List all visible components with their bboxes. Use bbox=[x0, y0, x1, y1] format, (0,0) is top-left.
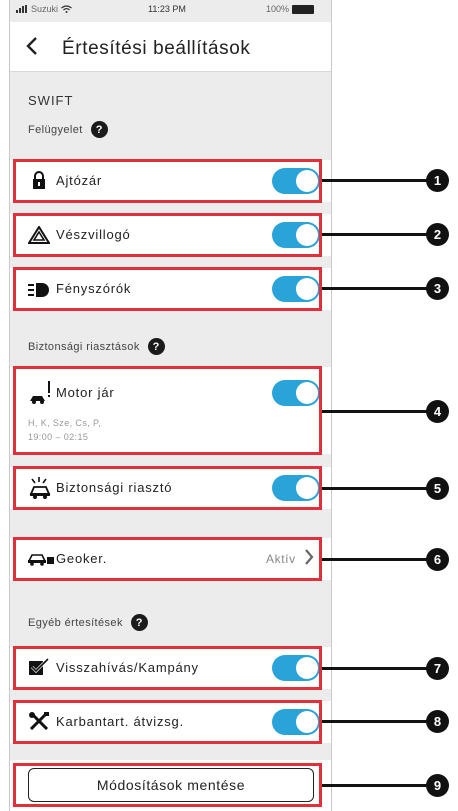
row-headlights-label: Fényszórók bbox=[56, 281, 132, 296]
row-alarm-label: Biztonsági riasztó bbox=[56, 480, 173, 495]
help-icon[interactable]: ? bbox=[90, 121, 108, 138]
battery-percent: 100% bbox=[266, 4, 290, 14]
car-alarm-icon bbox=[29, 477, 51, 499]
engine-schedule-hours: 19:00 – 02:15 bbox=[28, 432, 89, 442]
help-icon[interactable]: ? bbox=[147, 338, 165, 355]
geofence-status: Aktív bbox=[266, 552, 296, 566]
section-other: Egyéb értesítések ? bbox=[28, 614, 148, 631]
chevron-left-icon[interactable] bbox=[26, 36, 38, 59]
save-bar: Módosítások mentése bbox=[10, 760, 331, 811]
row-door-lock-label: Ajtózár bbox=[56, 173, 103, 188]
callout-line-2 bbox=[322, 233, 430, 236]
row-security-alarm: Biztonsági riasztó bbox=[10, 467, 331, 509]
page-title: Értesítési beállítások bbox=[62, 38, 251, 59]
section-security-title: Biztonsági riasztások bbox=[28, 340, 140, 353]
nav-bar: Értesítési beállítások bbox=[10, 22, 331, 72]
row-maintenance-label: Karbantart. átvizsg. bbox=[56, 714, 184, 729]
engine-toggle[interactable] bbox=[272, 380, 320, 406]
callout-marker-9: 9 bbox=[426, 774, 449, 797]
checklist-icon bbox=[29, 658, 50, 675]
status-time: 11:23 PM bbox=[148, 4, 186, 14]
row-recall-label: Visszahívás/Kampány bbox=[56, 660, 199, 675]
callout-marker-1: 1 bbox=[426, 169, 449, 192]
phone-screen: Suzuki 11:23 PM 100% Értesítési beállítá… bbox=[9, 0, 332, 811]
engine-running-icon bbox=[30, 381, 50, 404]
headlight-icon bbox=[28, 283, 49, 297]
callout-line-1 bbox=[322, 179, 430, 182]
vehicle-name: SWIFT bbox=[28, 93, 74, 108]
callout-line-4 bbox=[322, 410, 430, 413]
callout-line-7 bbox=[322, 667, 430, 670]
help-icon[interactable]: ? bbox=[130, 614, 148, 631]
section-supervision-title: Felügyelet bbox=[28, 123, 83, 136]
section-security: Biztonsági riasztások ? bbox=[28, 338, 165, 355]
callout-marker-8: 8 bbox=[426, 710, 449, 733]
recall-toggle[interactable] bbox=[272, 655, 320, 681]
status-bar: Suzuki 11:23 PM 100% bbox=[10, 0, 331, 18]
callout-marker-5: 5 bbox=[426, 477, 449, 500]
carrier-name: Suzuki bbox=[31, 4, 59, 14]
chevron-right-icon[interactable] bbox=[304, 548, 314, 571]
section-supervision: Felügyelet ? bbox=[28, 121, 108, 138]
carrier-signal: Suzuki bbox=[16, 4, 72, 14]
battery-icon bbox=[292, 4, 315, 14]
battery-status: 100% bbox=[266, 4, 315, 14]
padlock-icon bbox=[33, 171, 45, 189]
row-engine-label: Motor jár bbox=[56, 385, 115, 400]
row-engine-running: Motor jár H, K, Sze, Cs, P, 19:00 – 02:1… bbox=[10, 367, 331, 454]
callout-marker-6: 6 bbox=[426, 548, 449, 571]
car-geofence-icon bbox=[28, 554, 54, 566]
maintenance-toggle[interactable] bbox=[272, 709, 320, 735]
wifi-icon bbox=[61, 5, 72, 13]
section-other-title: Egyéb értesítések bbox=[28, 616, 123, 629]
callout-line-9 bbox=[322, 784, 430, 787]
callout-marker-7: 7 bbox=[426, 657, 449, 680]
door-lock-toggle[interactable] bbox=[272, 168, 320, 194]
callout-line-5 bbox=[322, 487, 430, 490]
callout-line-8 bbox=[322, 720, 430, 723]
headlights-toggle[interactable] bbox=[272, 276, 320, 302]
row-geofence[interactable]: Geoker. Aktív bbox=[10, 538, 331, 580]
row-geofence-label: Geoker. bbox=[56, 551, 108, 566]
row-door-lock: Ajtózár bbox=[10, 160, 331, 202]
row-hazard: Vészvillogó bbox=[10, 214, 331, 256]
hazard-toggle[interactable] bbox=[272, 222, 320, 248]
callout-marker-3: 3 bbox=[426, 277, 449, 300]
callout-marker-4: 4 bbox=[426, 400, 449, 423]
row-headlights: Fényszórók bbox=[10, 268, 331, 310]
callout-line-6 bbox=[322, 558, 430, 561]
alarm-toggle[interactable] bbox=[272, 475, 320, 501]
row-hazard-label: Vészvillogó bbox=[56, 227, 131, 242]
row-recall: Visszahívás/Kampány bbox=[10, 647, 331, 689]
callout-marker-2: 2 bbox=[426, 223, 449, 246]
signal-icon bbox=[16, 5, 27, 13]
engine-schedule-days: H, K, Sze, Cs, P, bbox=[28, 418, 102, 428]
tools-icon bbox=[29, 712, 49, 730]
callout-line-3 bbox=[322, 287, 430, 290]
row-maintenance: Karbantart. átvizsg. bbox=[10, 701, 331, 743]
save-changes-button[interactable]: Módosítások mentése bbox=[28, 768, 314, 802]
hazard-triangle-icon bbox=[28, 226, 50, 244]
